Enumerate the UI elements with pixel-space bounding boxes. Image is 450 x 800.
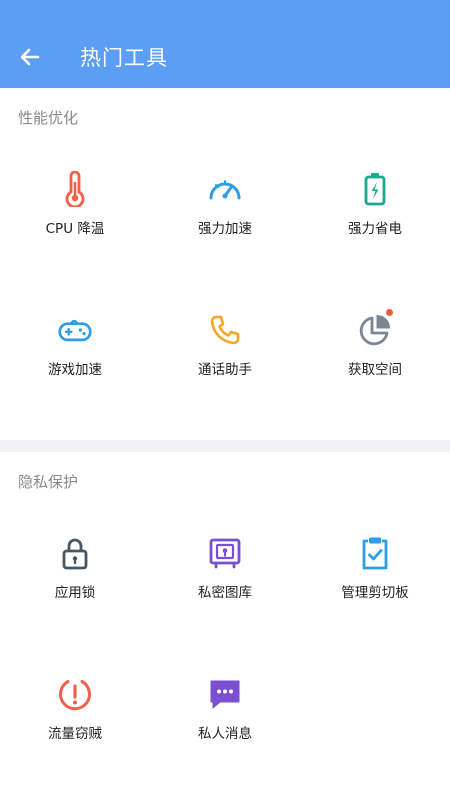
tool-label: CPU 降温 <box>45 221 105 237</box>
clipboard-check-icon <box>357 535 393 571</box>
section-performance: 性能优化 CPU 降温 强力加速 强力省电 游戏加速 通话助手 获取空间 <box>0 88 450 440</box>
thermometer-icon <box>57 171 93 207</box>
alert-circle-icon <box>57 676 93 712</box>
notification-dot <box>386 309 393 316</box>
phone-icon <box>207 312 243 348</box>
tool-label: 私密图库 <box>198 585 252 601</box>
tool-cpu-cooling[interactable]: CPU 降温 <box>0 152 150 293</box>
tool-private-messages[interactable]: 私人消息 <box>150 657 300 798</box>
section-privacy: 隐私保护 应用锁 私密图库 管理剪切板 流量窃贼 私人消息 <box>0 452 450 800</box>
message-icon <box>207 676 243 712</box>
tool-game-boost[interactable]: 游戏加速 <box>0 293 150 434</box>
section-divider <box>0 440 450 452</box>
pie-chart-icon <box>357 312 393 348</box>
tool-traffic-thief[interactable]: 流量窃贼 <box>0 657 150 798</box>
tool-label: 私人消息 <box>198 726 252 742</box>
tool-boost[interactable]: 强力加速 <box>150 152 300 293</box>
tool-label: 强力省电 <box>348 221 402 237</box>
section-title: 性能优化 <box>18 109 79 127</box>
page-title: 热门工具 <box>80 46 168 70</box>
arrow-left-icon <box>20 48 40 66</box>
back-button[interactable] <box>10 37 50 77</box>
tool-label: 强力加速 <box>198 221 252 237</box>
tool-label: 应用锁 <box>54 585 96 601</box>
tool-private-gallery[interactable]: 私密图库 <box>150 516 300 657</box>
lock-icon <box>57 535 93 571</box>
tool-clipboard-manager[interactable]: 管理剪切板 <box>300 516 450 657</box>
app-bar: 热门工具 <box>0 0 450 88</box>
speedometer-icon <box>207 171 243 207</box>
tool-power-saving[interactable]: 强力省电 <box>300 152 450 293</box>
tool-label: 流量窃贼 <box>48 726 102 742</box>
tool-label: 获取空间 <box>348 362 402 378</box>
tool-label: 管理剪切板 <box>341 585 409 601</box>
tool-app-lock[interactable]: 应用锁 <box>0 516 150 657</box>
tool-grid: 应用锁 私密图库 管理剪切板 流量窃贼 私人消息 <box>0 516 450 798</box>
tool-grid: CPU 降温 强力加速 强力省电 游戏加速 通话助手 获取空间 <box>0 152 450 434</box>
tool-label: 通话助手 <box>198 362 252 378</box>
tool-call-assistant[interactable]: 通话助手 <box>150 293 300 434</box>
safe-icon <box>207 535 243 571</box>
section-title: 隐私保护 <box>18 473 79 491</box>
gamepad-icon <box>57 312 93 348</box>
tool-label: 游戏加速 <box>48 362 102 378</box>
tool-get-space[interactable]: 获取空间 <box>300 293 450 434</box>
battery-icon <box>357 171 393 207</box>
